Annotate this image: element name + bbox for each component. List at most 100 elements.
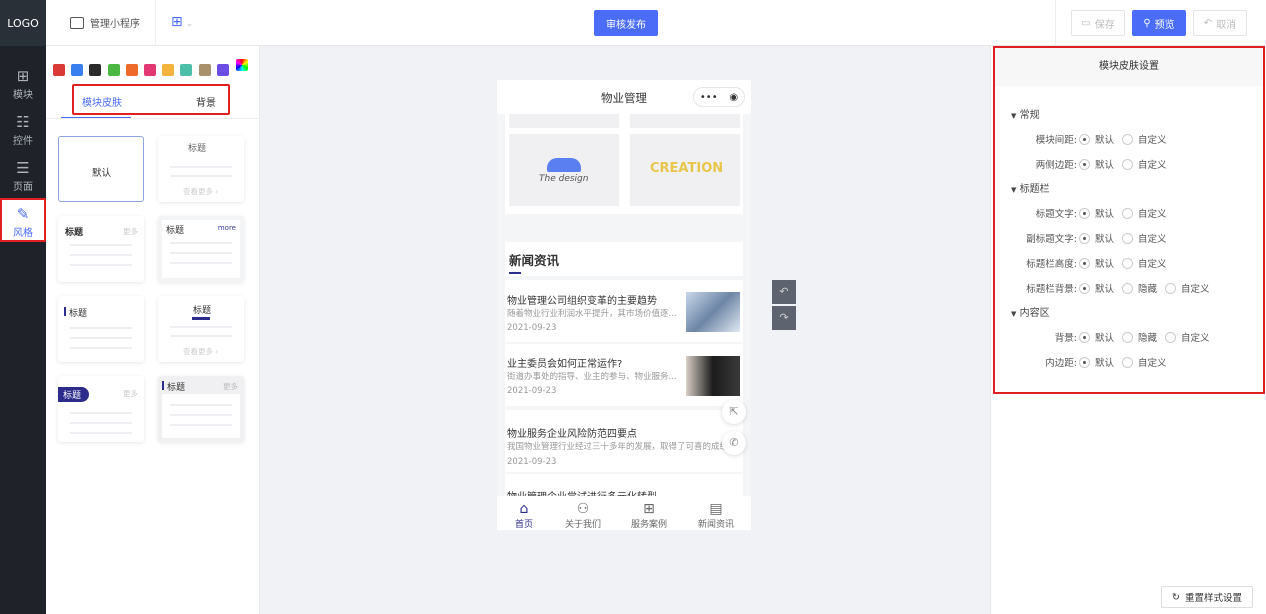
radio-option[interactable]: 自定义	[1122, 256, 1167, 270]
news-thumbnail	[686, 292, 740, 332]
radio-option[interactable]: 自定义	[1122, 157, 1167, 171]
tab-about[interactable]: ⚇ 关于我们	[553, 501, 613, 530]
skin-card-inset[interactable]: 标题 more	[158, 216, 244, 282]
section-toggle[interactable]: ▼ 内容区	[1011, 304, 1050, 319]
tab-module-skin[interactable]: 模块皮肤	[82, 94, 122, 109]
redo-icon[interactable]: ↷	[772, 306, 796, 330]
share-icon[interactable]: ⇱	[722, 400, 746, 424]
setting-label: 标题文字:	[1035, 209, 1077, 220]
preview-button[interactable]: ⚲ 预览	[1132, 10, 1186, 36]
phone-header: 物业管理 ••• ◉	[497, 80, 751, 114]
radio-option[interactable]: 默认	[1079, 157, 1114, 171]
setting-label: 标题栏高度:	[1026, 259, 1077, 270]
publish-button[interactable]: 审核发布	[594, 10, 658, 36]
skin-settings-box: 模块皮肤设置 ▼ 常规 模块间距: 默认 自定义 两侧边距: 默认 自定义 ▼ 标题栏 标题文字…	[993, 46, 1265, 394]
color-swatch[interactable]	[125, 64, 138, 76]
phone-call-icon[interactable]: ✆	[722, 431, 746, 455]
skin-card-gray-header[interactable]: 标题 更多	[158, 376, 244, 442]
news-item[interactable]: 业主委员会如何正常运作? 街道办事处的指导、业主的参与、物业服务... 2021-0…	[505, 344, 743, 406]
radio-option[interactable]: 默认	[1079, 281, 1114, 295]
radio-option[interactable]: 自定义	[1165, 330, 1210, 344]
news-item[interactable]: 物业管理公司组织变革的主要趋势 随着物业行业利润水平提升，其市场价值逐... 202…	[505, 280, 743, 342]
custom-color-picker[interactable]	[236, 59, 248, 71]
skin-card-default[interactable]: 默认	[58, 136, 144, 202]
close-target-icon: ◉	[729, 91, 739, 103]
color-swatch[interactable]	[180, 64, 193, 76]
case-image-creation[interactable]: CREATION	[630, 134, 740, 206]
skin-card-centered-title[interactable]: 标题 查看更多 ›	[158, 136, 244, 202]
radio-option[interactable]: 自定义	[1122, 355, 1167, 369]
radio-option[interactable]: 默认	[1079, 256, 1114, 270]
section-toggle[interactable]: ▼ 常规	[1011, 106, 1040, 121]
save-icon: ▭	[1081, 17, 1091, 29]
sliders-icon: ☷	[16, 113, 30, 131]
case-image-design[interactable]: The design	[509, 134, 619, 206]
undo-icon[interactable]: ↶	[772, 280, 796, 304]
phone-preview: 物业管理 ••• ◉ The design CREATION 新闻资讯 物业管理公…	[497, 80, 751, 530]
tab-home[interactable]: ⌂ 首页	[497, 501, 554, 530]
tab-cases[interactable]: ⊞ 服务案例	[619, 501, 679, 530]
radio-option[interactable]: 隐藏	[1122, 281, 1157, 295]
settings-panel: 模块皮肤设置 ▼ 常规 模块间距: 默认 自定义 两侧边距: 默认 自定义 ▼ 标题栏 标题文字…	[990, 46, 1266, 614]
sidebar-item-controls[interactable]: ☷ 控件	[0, 108, 46, 152]
radio-option[interactable]: 自定义	[1122, 132, 1167, 146]
tab-news[interactable]: ▤ 新闻资讯	[686, 501, 746, 530]
radio-option[interactable]: 默认	[1079, 206, 1114, 220]
setting-label: 标题栏背景:	[1026, 284, 1077, 295]
cancel-button[interactable]: ↶ 取消	[1193, 10, 1247, 36]
sidebar-item-style[interactable]: ✎ 风格	[0, 198, 46, 242]
radio-option[interactable]: 默认	[1079, 231, 1114, 245]
news-item[interactable]: 物业服务企业风险防范四要点 我国物业管理行业经过三十多年的发展，取得了可喜的成绩，…	[505, 410, 743, 472]
section-toggle[interactable]: ▼ 标题栏	[1011, 180, 1050, 195]
setting-label: 模块间距:	[1035, 135, 1077, 146]
chart-icon	[70, 16, 84, 29]
caret-down-icon: ▼	[1011, 112, 1017, 120]
document-icon: ▤	[709, 501, 723, 517]
home-icon: ⌂	[519, 501, 529, 517]
skin-card-bar-title[interactable]: 标题	[58, 296, 144, 362]
caret-down-icon: ▼	[1011, 310, 1017, 318]
grid-icon: ⊞	[643, 501, 655, 517]
manage-miniprogram-link[interactable]: 管理小程序	[70, 15, 140, 30]
radio-option[interactable]: 自定义	[1122, 231, 1167, 245]
color-swatch[interactable]	[107, 64, 120, 76]
radio-option[interactable]: 默认	[1079, 330, 1114, 344]
sidebar-item-modules[interactable]: ⊞ 模块	[0, 62, 46, 106]
capsule-menu[interactable]: ••• ◉	[693, 87, 745, 107]
save-button[interactable]: ▭ 保存	[1071, 10, 1125, 36]
radio-option[interactable]: 默认	[1079, 355, 1114, 369]
radio-option[interactable]: 默认	[1079, 132, 1114, 146]
style-panel: 模块皮肤 背景 默认 标题 查看更多 › 标题 更多 标题 more 标题 标题 查看更…	[46, 46, 260, 614]
apps-grid-dropdown[interactable]: ⊞ ⌄	[171, 14, 193, 30]
sidebar-item-pages[interactable]: ☰ 页面	[0, 154, 46, 198]
color-swatch[interactable]	[71, 64, 84, 76]
tab-background[interactable]: 背景	[196, 94, 216, 109]
color-swatch[interactable]	[216, 64, 229, 76]
color-swatch[interactable]	[162, 64, 175, 76]
reset-style-button[interactable]: ↻ 重置样式设置	[1161, 586, 1253, 608]
radio-option[interactable]: 自定义	[1122, 206, 1167, 220]
color-swatch[interactable]	[198, 64, 211, 76]
phone-tabbar: ⌂ 首页 ⚇ 关于我们 ⊞ 服务案例 ▤ 新闻资讯	[497, 496, 751, 530]
setting-label: 背景:	[1054, 333, 1077, 344]
magic-wand-icon: ✎	[16, 205, 30, 223]
radio-option[interactable]: 隐藏	[1122, 330, 1157, 344]
undo-icon: ↶	[1203, 17, 1213, 29]
color-swatch[interactable]	[89, 64, 102, 76]
logo: LOGO	[0, 0, 46, 46]
plus-square-icon: ⊞	[16, 67, 30, 85]
top-bar: 管理小程序 ⊞ ⌄ 审核发布 ▭ 保存 ⚲ 预览 ↶ 取消	[0, 0, 1266, 46]
panel-tabs: 模块皮肤 背景	[72, 84, 230, 115]
setting-label: 副标题文字:	[1026, 234, 1077, 245]
radio-option[interactable]: 自定义	[1165, 281, 1210, 295]
skin-card-underline-title[interactable]: 标题 查看更多 ›	[158, 296, 244, 362]
color-swatch[interactable]	[53, 64, 65, 76]
sidebar: ⊞ 模块 ☷ 控件 ☰ 页面 ✎ 风格	[0, 46, 46, 614]
grid-icon: ⊞	[171, 14, 183, 30]
section-title: 新闻资讯	[509, 253, 560, 268]
chevron-down-icon: ⌄	[182, 19, 194, 29]
skin-card-bold-title[interactable]: 标题 更多	[58, 216, 144, 282]
caret-down-icon: ▼	[1011, 186, 1017, 194]
skin-card-pill-title[interactable]: 标题 更多	[58, 376, 144, 442]
color-swatch[interactable]	[144, 64, 156, 76]
